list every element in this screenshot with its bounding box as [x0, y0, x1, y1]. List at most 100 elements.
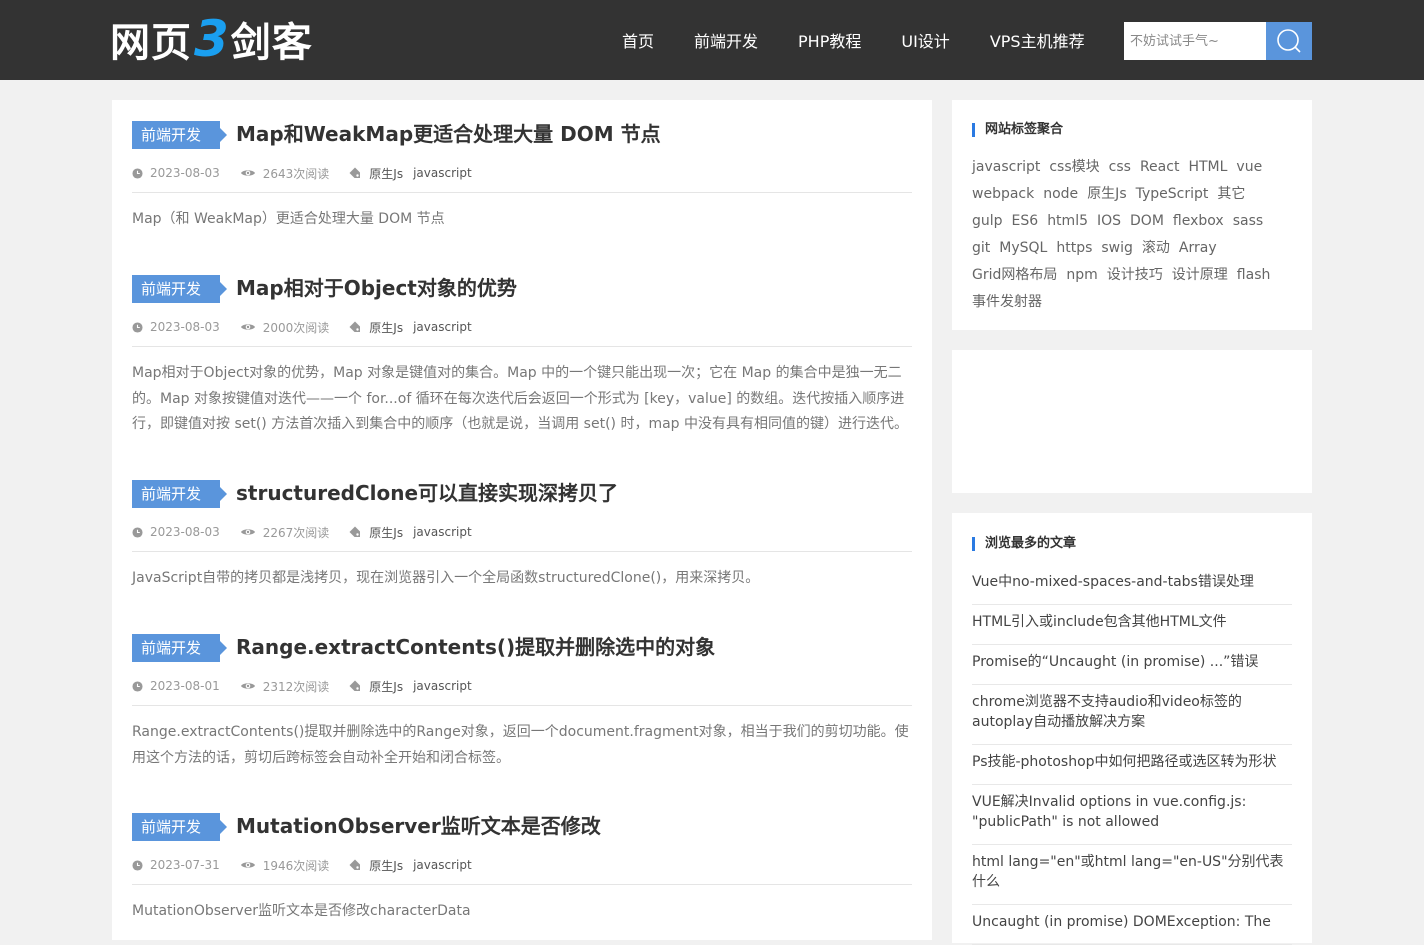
tag-link[interactable]: Array — [1179, 235, 1217, 262]
article-title[interactable]: Map和WeakMap更适合处理大量 DOM 节点 — [236, 119, 661, 149]
tag-link[interactable]: gulp — [972, 208, 1003, 235]
article-meta: 2023-08-03 2267次阅读 原生Js javascript — [132, 524, 482, 540]
article-title[interactable]: Range.extractContents()提取并删除选中的对象 — [236, 632, 715, 662]
nav-ui[interactable]: UI设计 — [901, 28, 949, 52]
tag-link[interactable]: flash — [1237, 262, 1271, 289]
clock-icon — [132, 167, 143, 179]
tag-link[interactable]: 设计原理 — [1172, 262, 1228, 289]
tag-link[interactable]: https — [1056, 235, 1092, 262]
popular-article-link[interactable]: Ps技能-photoshop中如何把路径或选区转为形状 — [972, 745, 1292, 785]
category-badge[interactable]: 前端开发 — [132, 275, 227, 303]
tag-link[interactable]: TypeScript — [1136, 181, 1209, 208]
search-box — [1124, 22, 1312, 60]
category-badge[interactable]: 前端开发 — [132, 480, 227, 508]
divider — [132, 884, 912, 885]
tag-link[interactable]: css模块 — [1049, 154, 1099, 181]
article-tag[interactable]: javascript — [413, 858, 472, 872]
tag-link[interactable]: npm — [1066, 262, 1097, 289]
article-tag[interactable]: 原生Js — [369, 319, 403, 336]
search-icon — [1277, 29, 1301, 53]
category-badge[interactable]: 前端开发 — [132, 121, 227, 149]
article-views: 2267次阅读 — [262, 525, 330, 540]
popular-article-link[interactable]: Uncaught (in promise) DOMException: The — [972, 905, 1292, 945]
tag-link[interactable]: IOS — [1097, 208, 1121, 235]
article-tag[interactable]: 原生Js — [369, 678, 403, 695]
article-tag[interactable]: 原生Js — [369, 857, 403, 874]
search-input[interactable] — [1124, 22, 1266, 60]
views-item: 2000次阅读 — [240, 319, 329, 336]
nav-frontend[interactable]: 前端开发 — [694, 28, 758, 52]
logo-text-2: 剑客 — [230, 20, 313, 66]
tag-link[interactable]: flexbox — [1173, 208, 1224, 235]
article-title[interactable]: structuredClone可以直接实现深拷贝了 — [236, 478, 618, 508]
category-badge[interactable]: 前端开发 — [132, 813, 227, 841]
tag-link[interactable]: vue — [1236, 154, 1262, 181]
tag-icon — [349, 167, 361, 178]
tag-link[interactable]: swig — [1101, 235, 1133, 262]
article-tag[interactable]: javascript — [413, 166, 472, 180]
tag-link[interactable]: javascript — [972, 154, 1040, 181]
nav-home[interactable]: 首页 — [622, 28, 654, 52]
tag-icon — [349, 680, 361, 691]
article-title[interactable]: MutationObserver监听文本是否修改 — [236, 811, 601, 841]
date-item: 2023-08-03 — [132, 320, 220, 334]
divider — [132, 551, 912, 552]
article-tag[interactable]: 原生Js — [369, 165, 403, 182]
popular-article-link[interactable]: html lang="en"或html lang="en-US"分别代表什么 — [972, 845, 1292, 905]
site-header: 网页 3 剑客 首页 前端开发 PHP教程 UI设计 VPS主机推荐 — [0, 0, 1424, 80]
ad-panel — [952, 350, 1312, 493]
article-excerpt: Map相对于Object对象的优势，Map 对象是键值对的集合。Map 中的一个… — [132, 365, 908, 432]
eye-icon — [240, 324, 255, 330]
article-tag[interactable]: 原生Js — [369, 524, 403, 541]
article-tag[interactable]: javascript — [413, 320, 472, 334]
divider — [132, 346, 912, 347]
eye-icon — [240, 683, 255, 689]
popular-article-link[interactable]: HTML引入或include包含其他HTML文件 — [972, 605, 1292, 645]
tag-link[interactable]: html5 — [1047, 208, 1088, 235]
nav-php[interactable]: PHP教程 — [798, 28, 861, 52]
eye-icon — [240, 170, 255, 176]
tag-link[interactable]: Grid网格布局 — [972, 262, 1057, 289]
tag-link[interactable]: 滚动 — [1142, 235, 1170, 262]
popular-article-link[interactable]: chrome浏览器不支持audio和video标签的autoplay自动播放解决… — [972, 685, 1292, 745]
tag-link[interactable]: MySQL — [999, 235, 1047, 262]
search-button[interactable] — [1266, 22, 1312, 60]
tag-link[interactable]: 原生Js — [1087, 181, 1126, 208]
article-tag[interactable]: javascript — [413, 525, 472, 539]
article-meta: 2023-08-01 2312次阅读 原生Js javascript — [132, 678, 482, 694]
main-nav: 首页 前端开发 PHP教程 UI设计 VPS主机推荐 — [602, 0, 1105, 80]
site-logo[interactable]: 网页 3 剑客 — [110, 14, 313, 66]
article-title[interactable]: Map相对于Object对象的优势 — [236, 273, 517, 303]
nav-vps[interactable]: VPS主机推荐 — [990, 28, 1085, 52]
tag-link[interactable]: 设计技巧 — [1107, 262, 1163, 289]
tag-link[interactable]: HTML — [1188, 154, 1227, 181]
tag-link[interactable]: css — [1109, 154, 1131, 181]
article-tag[interactable]: javascript — [413, 679, 472, 693]
views-item: 2312次阅读 — [240, 678, 329, 695]
category-badge[interactable]: 前端开发 — [132, 634, 227, 662]
article-meta: 2023-08-03 2643次阅读 原生Js javascript — [132, 165, 482, 181]
article-excerpt: Range.extractContents()提取并删除选中的Range对象，返… — [132, 724, 909, 766]
tag-link[interactable]: DOM — [1130, 208, 1164, 235]
popular-articles-list: Vue中no-mixed-spaces-and-tabs错误处理 HTML引入或i… — [972, 565, 1292, 945]
tag-link[interactable]: 其它 — [1217, 181, 1245, 208]
clock-icon — [132, 321, 143, 333]
article-views: 1946次阅读 — [262, 858, 330, 873]
tag-link[interactable]: ES6 — [1012, 208, 1039, 235]
popular-article-link[interactable]: Promise的“Uncaught (in promise) ...”错误 — [972, 645, 1292, 685]
divider — [132, 705, 912, 706]
tag-cloud-title: 网站标签聚合 — [972, 123, 1063, 137]
tag-link[interactable]: git — [972, 235, 990, 262]
article-excerpt: JavaScript自带的拷贝都是浅拷贝，现在浏览器引入一个全局函数struct… — [132, 570, 760, 586]
popular-article-link[interactable]: VUE解决Invalid options in vue.config.js: "… — [972, 785, 1292, 845]
tag-link[interactable]: webpack — [972, 181, 1034, 208]
tag-link[interactable]: sass — [1233, 208, 1263, 235]
popular-article-link[interactable]: Vue中no-mixed-spaces-and-tabs错误处理 — [972, 565, 1292, 605]
article-date: 2023-08-01 — [150, 679, 220, 693]
tag-link[interactable]: node — [1043, 181, 1078, 208]
date-item: 2023-08-01 — [132, 679, 220, 693]
divider — [132, 192, 912, 193]
tag-link[interactable]: React — [1140, 154, 1179, 181]
tag-link[interactable]: 事件发射器 — [972, 289, 1042, 316]
article-excerpt: Map（和 WeakMap）更适合处理大量 DOM 节点 — [132, 211, 445, 227]
